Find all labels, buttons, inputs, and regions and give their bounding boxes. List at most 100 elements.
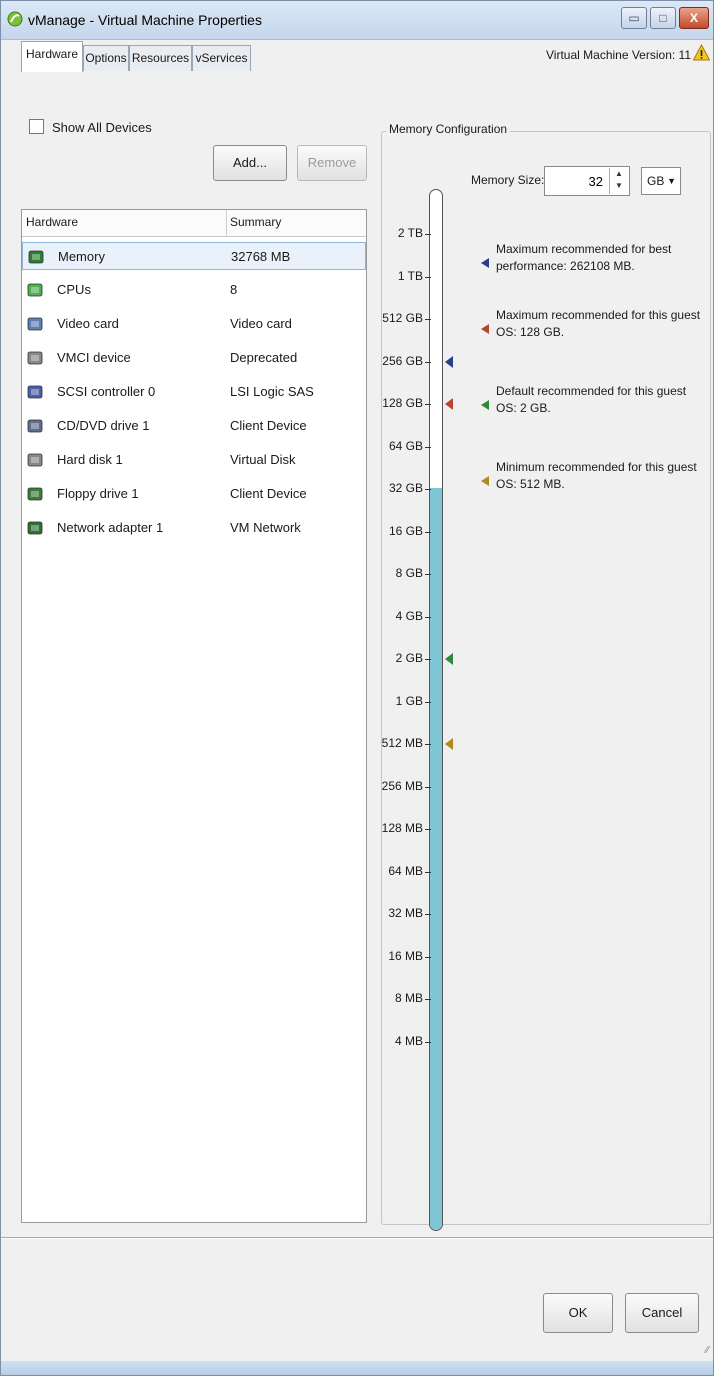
scale-label: 16 MB [388,948,423,963]
hardware-summary: Client Device [230,418,307,433]
vmci-device-icon [27,350,43,366]
hardware-name: Network adapter 1 [57,520,164,535]
memory-icon [28,249,44,265]
maximize-icon: □ [659,11,667,25]
scale-tick [425,234,431,235]
hardware-name: Memory [58,249,105,264]
hardware-summary: Virtual Disk [230,452,296,467]
column-header-hardware[interactable]: Hardware [26,215,78,229]
hardware-name: Floppy drive 1 [57,486,139,501]
scale-tick [425,914,431,915]
hardware-name: SCSI controller 0 [57,384,156,399]
resize-grip-icon[interactable]: ⁄⁄ [706,1345,709,1356]
scale-tick [425,446,431,448]
floppy-icon [27,486,43,502]
scale-label: 256 GB [382,353,423,368]
scale-tick [425,744,431,745]
scale-tick [425,1041,431,1043]
scale-tick [425,531,431,533]
scale-label: 1 GB [395,693,423,708]
scale-tick [425,404,431,405]
maximize-button[interactable]: □ [650,7,676,29]
hardware-row-memory[interactable]: Memory 32768 MB [22,242,366,270]
scale-label: 128 MB [381,821,423,835]
tab-hardware[interactable]: Hardware [21,41,83,72]
spin-down-icon[interactable]: ▼ [610,180,628,192]
hardware-name: Hard disk 1 [57,452,123,467]
remove-button[interactable]: Remove [297,145,367,181]
scale-label: 32 GB [388,481,423,495]
add-button[interactable]: Add... [213,145,287,181]
scale-label: 32 MB [388,906,423,920]
scale-label: 8 GB [395,566,423,580]
hardware-name: CPUs [57,282,91,297]
scale-label: 64 GB [388,438,423,453]
scale-label: 2 TB [397,226,423,240]
close-button[interactable]: X [679,7,709,29]
warning-icon [692,43,711,64]
hardware-summary: VM Network [230,520,301,535]
tab-resources[interactable]: Resources [129,45,192,71]
scale-tick [425,999,431,1000]
scale-tick [425,659,431,660]
tab-vservices[interactable]: vServices [192,45,251,71]
hardware-summary: Deprecated [230,350,298,365]
recommendation-marker-icon [481,258,489,268]
hardware-row-network-adapter-1[interactable]: Network adapter 1 VM Network [22,514,366,542]
memory-slider-track[interactable] [429,189,443,1231]
scale-tick [425,786,431,788]
memory-slider-fill [430,488,442,1230]
memory-unit-value: GB [647,174,665,188]
scale-tick [425,616,431,618]
recommendation-marker-icon [481,324,489,334]
vm-version-label: Virtual Machine Version: 11 [546,48,691,62]
column-header-summary[interactable]: Summary [230,215,281,229]
scale-label: 1 TB [397,268,423,283]
scale-label: 4 GB [395,608,423,623]
memory-size-label: Memory Size: [471,173,545,187]
memory-unit-select[interactable]: GB ▼ [641,167,681,195]
tab-options[interactable]: Options [83,45,129,71]
recommendation-marker-icon [445,398,453,410]
scale-label: 512 GB [382,311,423,325]
scale-tick [425,361,431,363]
hardware-row-floppy-drive-1[interactable]: Floppy drive 1 Client Device [22,480,366,508]
ok-button[interactable]: OK [543,1293,613,1333]
chevron-down-icon: ▼ [667,176,676,186]
hardware-row-hard-disk-1[interactable]: Hard disk 1 Virtual Disk [22,446,366,474]
hardware-summary: 8 [230,282,238,297]
hardware-row-scsi-controller-0[interactable]: SCSI controller 0 LSI Logic SAS [22,378,366,406]
hardware-row-vmci-device[interactable]: VMCI device Deprecated [22,344,366,372]
cpu-icon [27,282,43,298]
hardware-summary: LSI Logic SAS [230,384,314,399]
minimize-icon: ▭ [628,11,640,25]
hard-disk-icon [27,452,43,468]
hardware-name: CD/DVD drive 1 [57,418,150,433]
recommendation-marker-icon [481,476,489,486]
recommendation-marker-icon [481,400,489,410]
recommendation-marker-icon [445,738,453,750]
cancel-button[interactable]: Cancel [625,1293,699,1333]
scale-tick [425,276,431,278]
hardware-row-cpus[interactable]: CPUs 8 [22,276,366,304]
spin-up-icon[interactable]: ▲ [610,168,628,180]
cd-dvd-icon [27,418,43,434]
scale-label: 4 MB [394,1033,423,1048]
recommendation-marker-icon [445,355,453,368]
scale-label: 512 MB [381,736,423,750]
scale-label: 16 GB [388,523,423,538]
scale-label: 2 GB [395,651,423,665]
hardware-summary: 32768 MB [231,249,291,264]
show-all-devices-checkbox[interactable]: Show All Devices [29,119,152,135]
checkbox-box[interactable] [29,119,44,134]
recommendation-marker-icon [445,653,453,665]
scale-label: 8 MB [394,991,423,1005]
scale-label: 64 MB [388,863,423,878]
minimize-button[interactable]: ▭ [621,7,647,29]
scale-label: 128 GB [382,396,423,410]
hardware-row-cd-dvd-drive-1[interactable]: CD/DVD drive 1 Client Device [22,412,366,440]
close-icon: X [689,11,698,25]
hardware-row-video-card[interactable]: Video card Video card [22,310,366,338]
window-title: vManage - Virtual Machine Properties [28,12,262,28]
memory-size-spinner[interactable]: ▲ ▼ [609,168,628,194]
